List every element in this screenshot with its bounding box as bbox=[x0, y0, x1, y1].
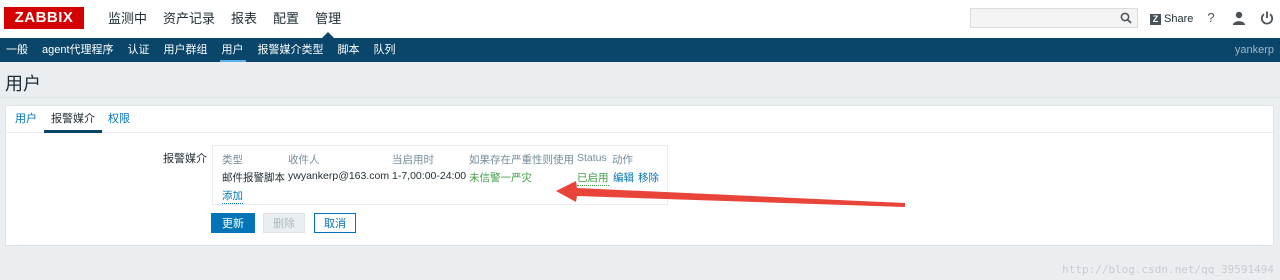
main-nav-monitoring[interactable]: 监测中 bbox=[100, 0, 155, 38]
column-header-action: 动作 bbox=[612, 154, 633, 166]
user-icon[interactable] bbox=[1231, 10, 1247, 26]
media-row-severity: 未信警一严灾 bbox=[469, 172, 532, 184]
tab-permissions[interactable]: 权限 bbox=[108, 106, 130, 132]
sub-nav: 一般 agent代理程序 认证 用户群组 用户 报警媒介类型 脚本 队列 yan… bbox=[0, 38, 1280, 62]
column-header-recipient: 收件人 bbox=[288, 154, 320, 166]
sub-nav-proxies[interactable]: agent代理程序 bbox=[36, 38, 122, 62]
power-icon[interactable] bbox=[1259, 10, 1275, 26]
main-nav-inventory[interactable]: 资产记录 bbox=[155, 0, 223, 38]
column-header-type: 类型 bbox=[222, 154, 243, 166]
user-form-panel: 用户 报警媒介 权限 报警媒介 类型 收件人 当启用时 如果存在严重性则使用 S… bbox=[5, 105, 1274, 246]
sub-nav-queue[interactable]: 队列 bbox=[368, 38, 404, 62]
media-field-label: 报警媒介 bbox=[163, 153, 207, 165]
search-box bbox=[970, 8, 1138, 28]
sub-nav-users[interactable]: 用户 bbox=[216, 38, 252, 62]
cancel-button[interactable]: 取消 bbox=[314, 213, 356, 233]
column-header-status: Status bbox=[577, 152, 607, 164]
media-table: 类型 收件人 当启用时 如果存在严重性则使用 Status 动作 邮件报警脚本 … bbox=[212, 145, 668, 205]
main-nav-reports[interactable]: 报表 bbox=[223, 0, 265, 38]
tab-user[interactable]: 用户 bbox=[15, 106, 37, 132]
page-title: 用户 bbox=[5, 74, 41, 94]
update-button[interactable]: 更新 bbox=[211, 213, 255, 233]
share-button[interactable]: Z Share bbox=[1150, 11, 1193, 27]
media-row-type: 邮件报警脚本 bbox=[222, 172, 285, 184]
search-icon[interactable] bbox=[1120, 12, 1132, 24]
main-nav-configuration[interactable]: 配置 bbox=[265, 0, 307, 38]
main-nav-administration[interactable]: 管理 bbox=[307, 0, 349, 38]
media-row-edit-link[interactable]: 编辑 bbox=[613, 170, 634, 185]
sub-nav-authentication[interactable]: 认证 bbox=[122, 38, 158, 62]
share-logo-icon: Z bbox=[1150, 13, 1161, 25]
media-row-recipient: ywyankerp@163.com bbox=[288, 170, 390, 182]
help-icon[interactable]: ? bbox=[1203, 10, 1219, 26]
column-header-when-active: 当启用时 bbox=[392, 154, 434, 166]
sub-nav-scripts[interactable]: 脚本 bbox=[332, 38, 368, 62]
form-tabs: 用户 报警媒介 权限 bbox=[6, 106, 1273, 133]
sub-nav-general[interactable]: 一般 bbox=[0, 38, 36, 62]
sub-nav-user-groups[interactable]: 用户群组 bbox=[158, 38, 216, 62]
main-nav: 监测中 资产记录 报表 配置 管理 bbox=[100, 0, 349, 38]
media-row-when-active: 1-7,00:00-24:00 bbox=[392, 170, 467, 182]
watermark: http://blog.csdn.net/qq_39591494 bbox=[1062, 263, 1274, 276]
media-row-status-toggle[interactable]: 已启用 bbox=[577, 170, 609, 186]
current-username: yankerp bbox=[1234, 44, 1274, 56]
search-input[interactable] bbox=[971, 9, 1123, 27]
media-row-remove-link[interactable]: 移除 bbox=[638, 170, 659, 185]
tab-media[interactable]: 报警媒介 bbox=[44, 106, 102, 133]
sub-nav-media-types[interactable]: 报警媒介类型 bbox=[252, 38, 332, 62]
share-label: Share bbox=[1164, 13, 1194, 25]
column-header-severity: 如果存在严重性则使用 bbox=[469, 154, 574, 166]
delete-button: 删除 bbox=[263, 213, 305, 233]
zabbix-logo[interactable]: ZABBIX bbox=[4, 7, 84, 29]
top-header: ZABBIX 监测中 资产记录 报表 配置 管理 Z Share ? bbox=[0, 0, 1280, 39]
title-divider bbox=[0, 97, 1280, 98]
add-media-link[interactable]: 添加 bbox=[222, 188, 243, 204]
